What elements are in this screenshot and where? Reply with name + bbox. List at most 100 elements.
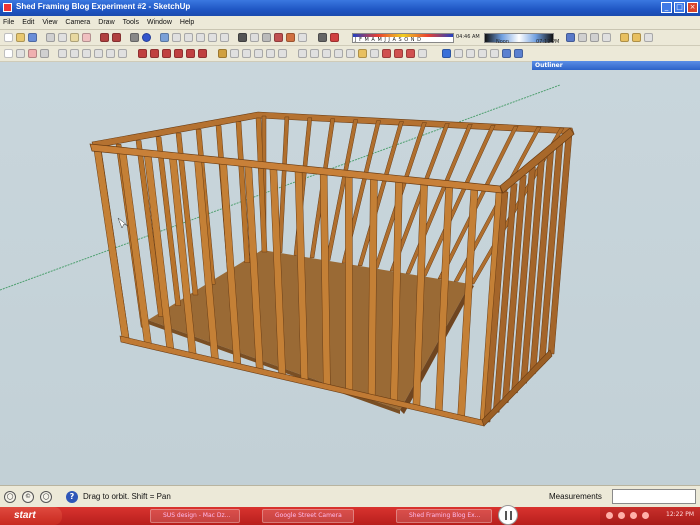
xray-style-icon[interactable] <box>238 33 247 42</box>
undo-icon[interactable] <box>100 33 109 42</box>
hand-pan-icon[interactable] <box>454 49 463 58</box>
shadow-month-slider[interactable]: J F M A M J J A S O N D <box>352 33 454 43</box>
menu-edit[interactable]: Edit <box>22 19 34 26</box>
wireframe-style-icon[interactable] <box>250 33 259 42</box>
menu-help[interactable]: Help <box>180 19 194 26</box>
tray-network-icon[interactable] <box>606 512 613 519</box>
dimension-tool-icon[interactable] <box>230 49 239 58</box>
position-camera-icon[interactable] <box>382 49 391 58</box>
front-view-icon[interactable] <box>184 33 193 42</box>
rotate-tool-icon[interactable] <box>162 49 171 58</box>
geolocation-icon[interactable]: ◯ <box>4 491 16 503</box>
zoom-tool-icon[interactable] <box>322 49 331 58</box>
scale-tool-icon[interactable] <box>186 49 195 58</box>
erase-selection-icon[interactable] <box>82 33 91 42</box>
orbit-active-icon[interactable] <box>442 49 451 58</box>
user-account-icon[interactable]: ◯ <box>40 491 52 503</box>
cut-icon[interactable] <box>46 33 55 42</box>
select-arrow-icon[interactable] <box>4 49 13 58</box>
credits-icon[interactable]: © <box>22 491 34 503</box>
print-icon[interactable] <box>130 33 139 42</box>
shadow-settings-icon[interactable] <box>330 33 339 42</box>
right-view-icon[interactable] <box>196 33 205 42</box>
previous-view-icon[interactable] <box>358 49 367 58</box>
eraser-icon[interactable] <box>28 49 37 58</box>
measurements-input[interactable] <box>612 489 696 504</box>
paste-icon[interactable] <box>70 33 79 42</box>
pan-tool-icon[interactable] <box>310 49 319 58</box>
next-view-icon[interactable] <box>370 49 379 58</box>
new-file-icon[interactable] <box>4 33 13 42</box>
start-button[interactable]: start <box>0 507 62 525</box>
rectangle-tool-icon[interactable] <box>94 49 103 58</box>
taskbar-item-sketchup[interactable]: Shed Framing Blog Ex... <box>396 509 492 523</box>
help-icon[interactable]: ? <box>66 491 78 503</box>
3d-text-tool-icon[interactable] <box>278 49 287 58</box>
tray-security-icon[interactable] <box>630 512 637 519</box>
freehand-tool-icon[interactable] <box>82 49 91 58</box>
zoom-window-2-icon[interactable] <box>478 49 487 58</box>
hidden-line-style-icon[interactable] <box>262 33 271 42</box>
axes-tool-icon[interactable] <box>266 49 275 58</box>
styles-icon[interactable] <box>644 33 653 42</box>
shadows-toggle-icon[interactable] <box>318 33 327 42</box>
section-tool-icon[interactable] <box>418 49 427 58</box>
push-pull-tool-icon[interactable] <box>150 49 159 58</box>
copy-icon[interactable] <box>58 33 67 42</box>
model-info-icon[interactable] <box>142 33 151 42</box>
zoom-extents-icon[interactable] <box>346 49 355 58</box>
menu-window[interactable]: Window <box>147 19 172 26</box>
arc-tool-icon[interactable] <box>70 49 79 58</box>
tape-measure-icon[interactable] <box>218 49 227 58</box>
status-bar: ◯ © ◯ ? Drag to orbit. Shift = Pan Measu… <box>0 485 700 507</box>
close-button[interactable]: × <box>687 2 698 13</box>
shaded-style-icon[interactable] <box>274 33 283 42</box>
menu-file[interactable]: File <box>3 19 14 26</box>
make-component-icon[interactable] <box>16 49 25 58</box>
menu-view[interactable]: View <box>42 19 57 26</box>
minimize-button[interactable]: _ <box>661 2 672 13</box>
text-tool-icon[interactable] <box>254 49 263 58</box>
section-plane-icon[interactable] <box>578 33 587 42</box>
left-view-icon[interactable] <box>220 33 229 42</box>
menu-draw[interactable]: Draw <box>98 19 114 26</box>
zoom-window-icon[interactable] <box>334 49 343 58</box>
monochrome-style-icon[interactable] <box>298 33 307 42</box>
offset-tool-icon[interactable] <box>198 49 207 58</box>
top-view-icon[interactable] <box>172 33 181 42</box>
tray-volume-icon[interactable] <box>618 512 625 519</box>
taskbar-item-street-camera[interactable]: Google Street Camera <box>262 509 354 523</box>
menu-camera[interactable]: Camera <box>65 19 90 26</box>
zoom-extents-2-icon[interactable] <box>490 49 499 58</box>
outliner-panel-header[interactable]: Outliner <box>532 61 700 70</box>
get-models-icon[interactable] <box>502 49 511 58</box>
move-tool-icon[interactable] <box>138 49 147 58</box>
follow-me-tool-icon[interactable] <box>174 49 183 58</box>
open-file-icon[interactable] <box>16 33 25 42</box>
protractor-tool-icon[interactable] <box>242 49 251 58</box>
back-view-icon[interactable] <box>208 33 217 42</box>
components-icon[interactable] <box>620 33 629 42</box>
line-tool-icon[interactable] <box>58 49 67 58</box>
taskbar-item-sus-design[interactable]: SUS design - Mac Dz... <box>150 509 240 523</box>
look-around-icon[interactable] <box>406 49 415 58</box>
maximize-button[interactable]: □ <box>674 2 685 13</box>
section-cuts-icon[interactable] <box>602 33 611 42</box>
paint-bucket-icon[interactable] <box>40 49 49 58</box>
share-model-icon[interactable] <box>514 49 523 58</box>
modeling-viewport[interactable] <box>0 62 700 485</box>
save-file-icon[interactable] <box>28 33 37 42</box>
tray-update-icon[interactable] <box>642 512 649 519</box>
textured-style-icon[interactable] <box>286 33 295 42</box>
circle-tool-icon[interactable] <box>106 49 115 58</box>
display-section-icon[interactable] <box>590 33 599 42</box>
magnifier-zoom-icon[interactable] <box>466 49 475 58</box>
redo-icon[interactable] <box>112 33 121 42</box>
materials-icon[interactable] <box>632 33 641 42</box>
iso-view-icon[interactable] <box>160 33 169 42</box>
walk-tool-icon[interactable] <box>394 49 403 58</box>
polygon-tool-icon[interactable] <box>118 49 127 58</box>
layers-icon[interactable] <box>566 33 575 42</box>
menu-tools[interactable]: Tools <box>123 19 139 26</box>
orbit-tool-icon[interactable] <box>298 49 307 58</box>
